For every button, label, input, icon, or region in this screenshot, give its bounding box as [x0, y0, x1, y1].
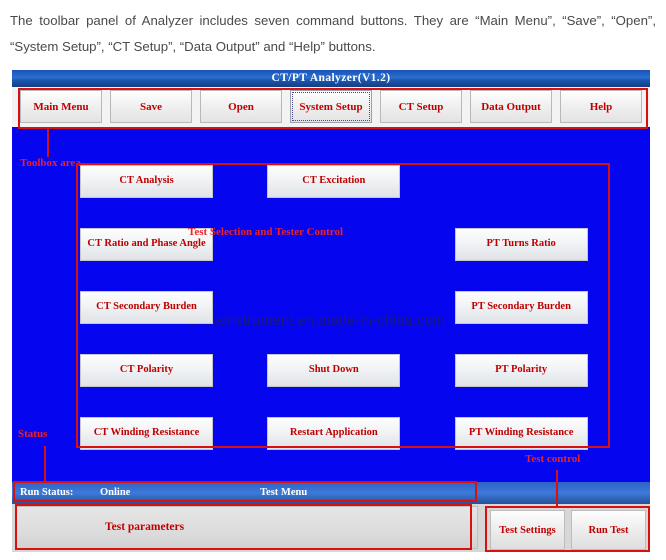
test-button-ct-secondary-burden[interactable]: CT Secondary Burden — [80, 291, 213, 324]
grid-cell: PT Winding Resistance — [439, 417, 620, 450]
test-button-shut-down[interactable]: Shut Down — [267, 354, 401, 387]
run-test-button[interactable]: Run Test — [571, 510, 646, 550]
test-button-pt-winding-resistance[interactable]: PT Winding Resistance — [454, 417, 588, 450]
toolbar-button-system-setup[interactable]: System Setup — [290, 90, 372, 123]
caption-paragraph: The toolbar panel of Analyzer includes s… — [0, 0, 666, 68]
test-settings-button[interactable]: Test Settings — [490, 510, 565, 550]
status-test-menu-label: Test Menu — [260, 487, 308, 498]
test-button-row: CT Secondary Burden PT Secondary Burden — [76, 291, 620, 324]
status-bar: Run Status: Online Test Menu — [12, 482, 650, 504]
toolbar-button-save[interactable]: Save — [110, 90, 192, 123]
test-selection-panel: CT Analysis CT Excitation CT Ratio and P… — [76, 165, 620, 450]
application-window: CT/PT Analyzer(V1.2) Main Menu Save Open… — [12, 70, 650, 552]
test-button-ct-analysis[interactable]: CT Analysis — [80, 165, 213, 198]
test-button-restart-application[interactable]: Restart Application — [267, 417, 401, 450]
toolbar-button-ct-setup[interactable]: CT Setup — [380, 90, 462, 123]
caption-text: The toolbar panel of Analyzer includes s… — [10, 13, 656, 54]
test-parameters-label: Test parameters — [105, 521, 185, 533]
toolbar-button-help[interactable]: Help — [560, 90, 642, 123]
test-button-pt-secondary-burden[interactable]: PT Secondary Burden — [454, 291, 588, 324]
grid-cell: Shut Down — [257, 354, 438, 387]
window-title-bar: CT/PT Analyzer(V1.2) — [12, 70, 650, 87]
test-button-row: CT Polarity Shut Down PT Polarity — [76, 354, 620, 387]
toolbar-button-open[interactable]: Open — [200, 90, 282, 123]
test-button-ct-polarity[interactable]: CT Polarity — [80, 354, 213, 387]
test-button-pt-turns-ratio[interactable]: PT Turns Ratio — [454, 228, 588, 261]
grid-cell: PT Polarity — [439, 354, 620, 387]
window-title: CT/PT Analyzer(V1.2) — [271, 72, 391, 84]
grid-cell: CT Polarity — [76, 354, 257, 387]
test-button-row: CT Analysis CT Excitation — [76, 165, 620, 198]
test-parameters-panel[interactable]: Test parameters — [16, 506, 478, 549]
grid-cell: CT Winding Resistance — [76, 417, 257, 450]
grid-cell: CT Analysis — [76, 165, 257, 198]
status-run-status-value: Online — [100, 487, 131, 498]
grid-cell: CT Secondary Burden — [76, 291, 257, 324]
status-run-status-label: Run Status: — [20, 487, 74, 498]
grid-cell: Restart Application — [257, 417, 438, 450]
annotation-label-test-selection: Test Selection and Tester Control — [188, 226, 344, 238]
grid-cell: CT Excitation — [257, 165, 438, 198]
toolbar-panel: Main Menu Save Open System Setup CT Setu… — [12, 87, 650, 127]
test-button-ct-winding-resistance[interactable]: CT Winding Resistance — [80, 417, 213, 450]
test-control-button-group: Test Settings Run Test — [490, 510, 646, 550]
test-button-pt-polarity[interactable]: PT Polarity — [454, 354, 588, 387]
grid-cell — [257, 291, 438, 324]
test-button-ct-excitation[interactable]: CT Excitation — [267, 165, 401, 198]
test-button-row: CT Winding Resistance Restart Applicatio… — [76, 417, 620, 450]
toolbar-button-main-menu[interactable]: Main Menu — [20, 90, 102, 123]
grid-cell: PT Secondary Burden — [439, 291, 620, 324]
bottom-panel: Test parameters Test Settings Run Test — [12, 504, 650, 552]
grid-cell: PT Turns Ratio — [439, 228, 620, 261]
grid-cell — [439, 165, 620, 198]
toolbar-button-data-output[interactable]: Data Output — [470, 90, 552, 123]
